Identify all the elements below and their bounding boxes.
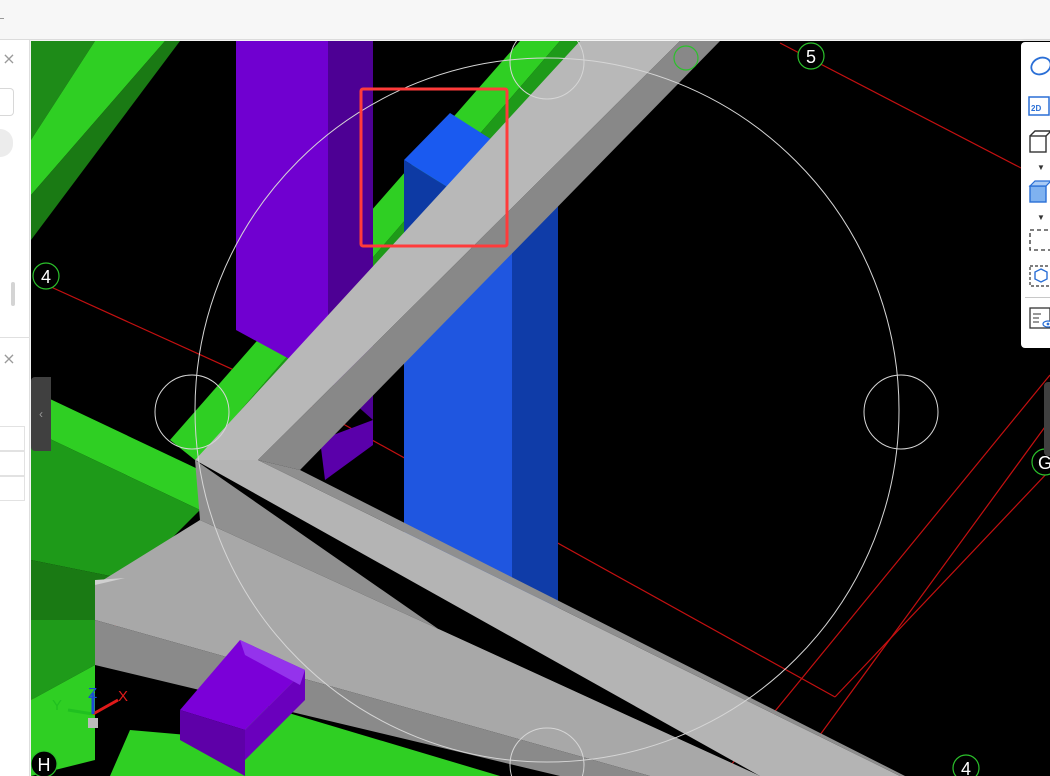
isolate-3d-icon[interactable] [1027,264,1050,288]
left-side-panel: × × [0,40,30,776]
visibility-list-icon[interactable] [1027,306,1050,330]
svg-text:H: H [38,755,51,775]
panel-list-row[interactable] [0,476,25,501]
view-toolbar: 2D ▼ ▼ [1021,42,1050,348]
section-box-icon[interactable] [1027,228,1050,252]
close-panel-top-button[interactable]: × [2,51,16,67]
shaded-cube-icon[interactable] [1027,180,1050,204]
view-cube-dropdown-icon[interactable]: ▼ [1037,164,1045,172]
panel-search-field[interactable] [0,88,14,116]
application-window: × × 4 5 G H 4 X Y Z ‹ 2D ▼ ▼ [0,0,1050,776]
view-2d-label: 2D [1031,104,1041,113]
close-panel-bottom-button[interactable]: × [2,351,16,367]
toolbar-divider [1025,297,1050,298]
view-2d-icon[interactable]: 2D [1027,94,1050,118]
grid-bubble-5-top: 5 [797,42,825,70]
toolbar-tick [0,18,4,19]
panel-list-row[interactable] [0,451,25,476]
grid-bubble-h-bottom: H [31,750,58,776]
grid-bubble-4-bottom: 4 [952,754,980,776]
svg-text:4: 4 [961,759,971,776]
orbit-icon[interactable] [1027,54,1050,78]
axis-z-label: Z [88,685,97,702]
shading-dropdown-icon[interactable]: ▼ [1037,214,1045,222]
panel-scrollbar[interactable] [11,282,15,306]
panel-list-row[interactable] [0,426,25,451]
grid-bubble-4-left: 4 [32,262,60,290]
view-cube-icon[interactable] [1027,130,1050,154]
panel-divider [0,337,30,338]
model-scene[interactable]: 4 5 G H 4 X Y Z [31,41,1050,776]
axis-y-label: Y [52,697,62,714]
3d-model-viewport[interactable]: 4 5 G H 4 X Y Z ‹ [31,41,1050,776]
svg-text:5: 5 [806,47,816,67]
panel-toggle-pill[interactable] [0,129,13,157]
top-toolbar [0,0,1050,40]
svg-text:G: G [1038,453,1050,473]
right-collapse-tab[interactable] [1044,382,1050,456]
left-collapse-tab[interactable]: ‹ [31,377,51,451]
svg-text:4: 4 [41,267,51,287]
axis-x-label: X [118,688,128,705]
